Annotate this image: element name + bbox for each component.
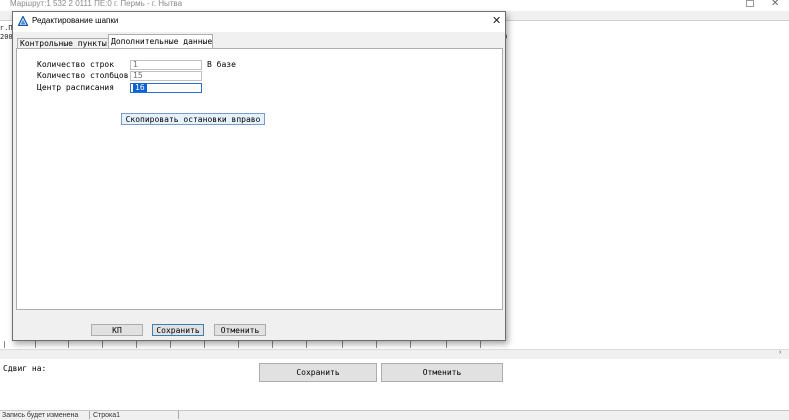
- horizontal-scrollbar[interactable]: [0, 349, 789, 359]
- status-row: Строка1: [93, 412, 121, 419]
- main-save-button[interactable]: Сохранить: [259, 363, 377, 382]
- rows-field[interactable]: 1: [130, 60, 202, 70]
- dialog-title: Редактирование шапки: [32, 16, 119, 25]
- scroll-right-icon[interactable]: ›: [779, 349, 781, 356]
- main-cancel-button[interactable]: Отменить: [381, 363, 503, 382]
- cancel-button[interactable]: Отменить: [214, 324, 266, 336]
- column-ruler: [0, 341, 789, 349]
- copy-stops-right-button[interactable]: Скопировать остановки вправо: [121, 113, 265, 125]
- close-icon[interactable]: ✕: [492, 14, 501, 27]
- cols-label: Количество столбцов: [37, 71, 129, 80]
- edit-header-dialog: Редактирование шапки ✕ Контрольные пункт…: [12, 11, 506, 341]
- dialog-titlebar: Редактирование шапки ✕: [13, 12, 505, 32]
- center-value: 16: [133, 83, 147, 92]
- main-close-icon[interactable]: ✕: [771, 0, 779, 9]
- restore-icon[interactable]: [746, 0, 754, 7]
- rows-label: Количество строк: [37, 60, 115, 69]
- bg-line-2: 200: [0, 33, 13, 41]
- status-divider-2: [178, 411, 179, 419]
- center-field[interactable]: 16: [130, 83, 202, 93]
- app-triangle-icon: [18, 16, 28, 26]
- tab-panel: Количество строк 1 В базе Количество сто…: [16, 48, 503, 310]
- kp-button[interactable]: КП: [91, 324, 143, 336]
- status-divider: [89, 411, 90, 419]
- bg-line-1: г.П: [0, 24, 13, 32]
- save-button[interactable]: Сохранить: [152, 324, 204, 336]
- main-window-title: Маршрут:1 532 2 0111 ПЕ:0 г. Пермь - г. …: [10, 0, 183, 8]
- background-text: г.П 200: [0, 24, 13, 42]
- shift-label: Сдвиг на:: [3, 364, 47, 373]
- status-text: Запись будет изменена: [2, 412, 79, 419]
- cols-field[interactable]: 15: [130, 71, 202, 81]
- center-label: Центр расписания: [37, 83, 115, 92]
- in-base-label: В базе: [207, 60, 236, 69]
